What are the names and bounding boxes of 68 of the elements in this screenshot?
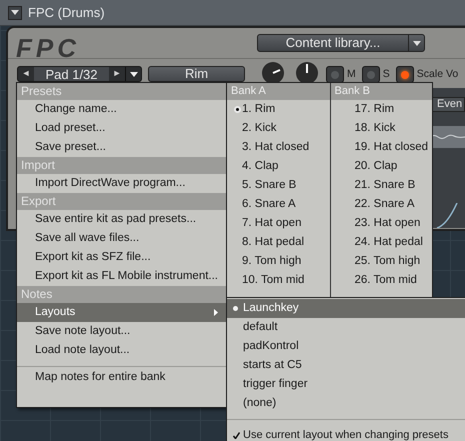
pad-menu-item[interactable]: 19. Hat closed [330,138,432,157]
layout-menu-item[interactable]: default [227,318,465,337]
menu-item[interactable]: Export kit as FL Mobile instrument... [17,267,226,286]
pad-menu-item[interactable]: 6. Snare A [227,195,330,214]
knob-icon[interactable] [295,61,319,85]
previous-button[interactable]: ◄ [18,67,34,81]
pad-menu-item[interactable]: 17. Rim [330,100,432,119]
pad-menu-item[interactable]: 21. Snare B [330,176,432,195]
menu-item[interactable]: Layouts [17,303,226,322]
option-menu-item[interactable]: Use current layout when changing presets [227,426,465,441]
pad-menu-item[interactable]: 3. Hat closed [227,138,330,157]
menu-item[interactable]: Map notes for entire bank [17,366,226,387]
caret-icon [412,40,420,46]
bank-header: Bank A [227,83,330,100]
menu-item[interactable]: Import DirectWave program... [17,174,226,193]
layout-menu-item[interactable]: Launchkey [227,299,465,318]
menu-item[interactable]: Export kit as SFZ file... [17,248,226,267]
menu-item[interactable]: Save all wave files... [17,229,226,248]
pad-menu-item[interactable]: 10. Tom mid [227,271,330,290]
next-button[interactable]: ► [109,67,125,81]
pad-menu-item[interactable]: 24. Hat pedal [330,233,432,252]
toggle-button[interactable] [362,66,380,83]
menu-item[interactable]: Save entire kit as pad presets... [17,210,226,229]
pad-selector[interactable]: ◄ Pad 1/32 ► [17,66,142,82]
menu-section-header: Notes [17,286,226,303]
caret-icon [11,10,19,15]
layout-menu-item[interactable]: (none) [227,394,465,413]
menu-section-header: Export [17,193,226,210]
waveform-drawing [430,126,465,148]
pad-menu-item[interactable]: 18. Kick [330,119,432,138]
menu-section-header: Import [17,157,226,174]
menu-item[interactable]: Load note layout... [17,341,226,360]
layout-menu-item[interactable]: trigger finger [227,375,465,394]
pad-menu-item[interactable]: 4. Clap [227,157,330,176]
toggle-button[interactable] [396,66,414,83]
pad-label: Pad 1/32 [34,67,109,81]
toggle-label: Scale Vo [416,66,458,82]
pad-menu-item[interactable]: 1. Rim [227,100,330,119]
content-library-dropdown[interactable]: Content library... [257,34,425,52]
toggle-button[interactable] [326,66,344,83]
menu-section-header: Presets [17,83,226,100]
pad-menu-item[interactable]: 25. Tom high [330,252,432,271]
layout-menu-item[interactable]: starts at C5 [227,356,465,375]
pad-menu-item[interactable]: 5. Snare B [227,176,330,195]
pad-menu-item[interactable]: 23. Hat open [330,214,432,233]
caret-icon[interactable] [130,72,138,76]
checkmark-icon [233,432,240,439]
pad-menu-item[interactable]: 8. Hat pedal [227,233,330,252]
menu-item[interactable]: Save preset... [17,138,226,157]
toggle-label: S [382,66,390,82]
menu-item[interactable]: Load preset... [17,119,226,138]
even-button[interactable]: Even [430,97,465,112]
toggle-label: M [347,66,356,82]
menu-item[interactable]: Save note layout... [17,322,226,341]
pad-name-field[interactable]: Rim [148,66,245,82]
pad-menu-item[interactable]: 22. Snare A [330,195,432,214]
knob-icon[interactable] [261,61,285,85]
window-title: FPC (Drums) [28,4,105,22]
layout-menu-item[interactable]: padKontrol [227,337,465,356]
menu-item[interactable]: Change name... [17,100,226,119]
pad-menu-item[interactable]: 20. Clap [330,157,432,176]
window-menu-button[interactable] [8,6,22,20]
pad-menu-item[interactable]: 26. Tom mid [330,271,432,290]
pad-menu-item[interactable]: 9. Tom high [227,252,330,271]
bank-header: Bank B [330,83,432,100]
logo: FPC [16,32,80,65]
pad-menu-item[interactable]: 2. Kick [227,119,330,138]
pad-menu-item[interactable]: 7. Hat open [227,214,330,233]
